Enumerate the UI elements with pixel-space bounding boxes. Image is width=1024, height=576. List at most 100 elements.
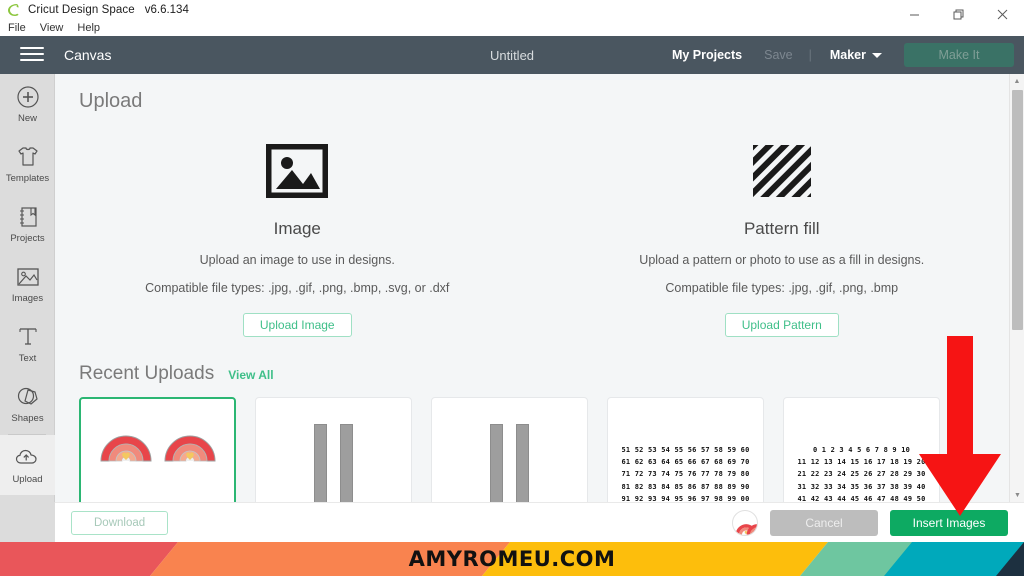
number-row: 71 72 73 74 75 76 77 78 79 80 <box>621 470 750 479</box>
window-controls <box>892 0 1024 28</box>
upload-image-button[interactable]: Upload Image <box>242 313 352 337</box>
scrollbar-thumb[interactable] <box>1012 90 1023 330</box>
upload-thumbnail-bars-1[interactable] <box>255 397 412 502</box>
photo-icon <box>15 264 41 290</box>
option-title-image: Image <box>273 219 321 238</box>
upload-panel: Upload Image Upload an image to use in d… <box>55 74 1024 502</box>
menu-file[interactable]: File <box>8 22 26 34</box>
hamburger-menu-icon[interactable] <box>20 47 44 63</box>
sidebar-label-upload: Upload <box>12 474 43 485</box>
actionbar-left-filler <box>0 502 55 542</box>
rainbow-icon <box>161 486 219 502</box>
sidebar-label-text: Text <box>18 353 37 364</box>
number-row: 0 1 2 3 4 5 6 7 8 9 10 <box>812 445 911 454</box>
view-all-link[interactable]: View All <box>228 368 273 382</box>
minimize-icon[interactable] <box>892 0 936 28</box>
sidebar-label-new: New <box>17 113 37 124</box>
sidebar-label-shapes: Shapes <box>11 413 44 424</box>
plus-circle-icon <box>16 84 40 110</box>
option-title-pattern: Pattern fill <box>743 219 820 238</box>
upload-thumbnail-numbers-0-50[interactable]: 0 1 2 3 4 5 6 7 8 9 10 11 12 13 14 15 16… <box>783 397 940 502</box>
number-row: 21 22 23 24 25 26 27 28 29 30 <box>797 470 926 479</box>
upload-options: Image Upload an image to use in designs.… <box>55 137 1024 337</box>
image-placeholder-icon <box>266 137 329 205</box>
insert-images-button[interactable]: Insert Images <box>890 509 1008 536</box>
save-button[interactable]: Save <box>764 48 793 62</box>
action-bar-right: Cancel Insert Images <box>732 509 1008 536</box>
chevron-down-icon[interactable] <box>872 52 882 58</box>
upload-pattern-button[interactable]: Upload Pattern <box>724 313 839 337</box>
scroll-up-icon[interactable]: ▲ <box>1010 74 1024 88</box>
number-row: 81 82 83 84 85 86 87 88 89 90 <box>621 482 750 491</box>
number-row: 11 12 13 14 15 16 17 18 19 20 <box>797 458 926 467</box>
number-grid: 51 52 53 54 55 56 57 58 59 60 61 62 63 6… <box>621 444 749 502</box>
recent-uploads-title: Recent Uploads <box>79 363 215 384</box>
menu-bar: File View Help <box>0 20 1024 36</box>
header-actions: My Projects Save | Maker Make It <box>672 43 1024 67</box>
bars-image <box>432 398 587 502</box>
number-row: 41 42 43 44 45 46 47 48 49 50 <box>797 494 926 502</box>
sidebar-item-shapes[interactable]: Shapes <box>0 374 55 434</box>
number-row: 61 62 63 64 65 66 67 68 69 70 <box>621 458 750 467</box>
upload-option-image: Image Upload an image to use in designs.… <box>55 137 540 337</box>
make-it-button[interactable]: Make It <box>904 43 1014 67</box>
text-t-icon <box>17 324 39 350</box>
sidebar-item-text[interactable]: Text <box>0 314 55 374</box>
rainbow-icon <box>97 486 155 502</box>
left-sidebar: New Templates Projects Images Text Shape… <box>0 74 55 542</box>
numbers-image: 0 1 2 3 4 5 6 7 8 9 10 11 12 13 14 15 16… <box>784 398 939 502</box>
canvas-label[interactable]: Canvas <box>64 47 111 63</box>
title-bar-row: Cricut Design Space v6.6.134 <box>0 0 1024 20</box>
app-version: v6.6.134 <box>144 4 189 16</box>
selected-image-avatar[interactable] <box>732 509 758 536</box>
bar-shape <box>340 424 353 502</box>
panel-scrollbar[interactable]: ▲ ▼ <box>1009 74 1024 502</box>
title-bar: Cricut Design Space v6.6.134 File View H… <box>0 0 1024 36</box>
sidebar-label-templates: Templates <box>5 173 50 184</box>
maximize-icon[interactable] <box>936 0 980 28</box>
notebook-icon <box>16 204 40 230</box>
app-header: Canvas Untitled My Projects Save | Maker… <box>0 36 1024 74</box>
sidebar-item-upload[interactable]: Upload <box>0 435 55 495</box>
bars-image <box>256 398 411 502</box>
sidebar-item-projects[interactable]: Projects <box>0 194 55 254</box>
number-row: 91 92 93 94 95 96 97 98 99 00 <box>621 494 750 502</box>
sidebar-label-images: Images <box>11 293 44 304</box>
page-title: Upload <box>79 90 143 112</box>
tshirt-icon <box>15 144 41 170</box>
menu-help[interactable]: Help <box>77 22 100 34</box>
sidebar-item-templates[interactable]: Templates <box>0 134 55 194</box>
upload-action-bar: Download Cancel Insert Images <box>55 502 1024 542</box>
number-row: 51 52 53 54 55 56 57 58 59 60 <box>621 445 750 454</box>
upload-thumbnail-bars-2[interactable] <box>431 397 588 502</box>
header-separator: | <box>808 48 812 62</box>
app-name: Cricut Design Space <box>28 4 135 16</box>
option-types-pattern: Compatible file types: .jpg, .gif, .png,… <box>665 281 899 295</box>
scroll-down-icon[interactable]: ▼ <box>1010 488 1024 502</box>
upload-thumbnail-numbers-51-100[interactable]: 51 52 53 54 55 56 57 58 59 60 61 62 63 6… <box>607 397 764 502</box>
number-row: 31 32 33 34 35 36 37 38 39 40 <box>797 482 926 491</box>
bar-shape <box>516 424 529 502</box>
sidebar-item-images[interactable]: Images <box>0 254 55 314</box>
option-desc-pattern: Upload a pattern or photo to use as a fi… <box>639 253 925 267</box>
bar-shape <box>490 424 503 502</box>
watermark-text: AMYROMEU.COM <box>408 547 616 571</box>
cricut-logo-icon <box>6 2 22 18</box>
close-icon[interactable] <box>980 0 1024 28</box>
rainbow-icon <box>163 435 216 462</box>
shapes-icon <box>15 384 41 410</box>
recent-uploads-header: Recent Uploads View All <box>79 363 1024 385</box>
numbers-image: 51 52 53 54 55 56 57 58 59 60 61 62 63 6… <box>608 398 763 502</box>
my-projects-link[interactable]: My Projects <box>672 48 742 62</box>
diagonal-stripes-icon <box>751 137 813 205</box>
sidebar-item-new[interactable]: New <box>0 74 55 134</box>
bar-shape <box>314 424 327 502</box>
upload-thumbnail-rainbows[interactable] <box>79 397 236 502</box>
sidebar-label-projects: Projects <box>10 233 45 244</box>
cancel-button[interactable]: Cancel <box>770 509 878 536</box>
number-grid: 0 1 2 3 4 5 6 7 8 9 10 11 12 13 14 15 16… <box>797 444 925 502</box>
menu-view[interactable]: View <box>40 22 64 34</box>
recent-uploads-list: 51 52 53 54 55 56 57 58 59 60 61 62 63 6… <box>79 397 1024 502</box>
download-button[interactable]: Download <box>71 510 169 535</box>
machine-selector-label[interactable]: Maker <box>830 48 866 62</box>
